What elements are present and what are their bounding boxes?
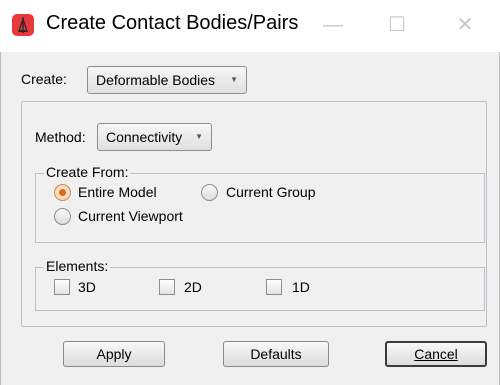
create-label: Create: xyxy=(21,71,67,87)
dialog-body: Create: Deformable Bodies ▼ Method: Conn… xyxy=(0,52,500,385)
method-label: Method: xyxy=(35,129,86,145)
method-dropdown-value: Connectivity xyxy=(106,129,183,145)
apply-button-label: Apply xyxy=(96,346,132,362)
entire-model-radio[interactable] xyxy=(54,184,71,201)
window-title: Create Contact Bodies/Pairs xyxy=(46,12,299,34)
elements-group: Elements: 3D 2D 1D xyxy=(35,258,485,311)
create-dropdown[interactable]: Deformable Bodies ▼ xyxy=(87,66,247,94)
defaults-button[interactable]: Defaults xyxy=(223,341,329,367)
current-viewport-label: Current Viewport xyxy=(78,208,183,224)
create-from-group: Create From: Entire Model Current Group … xyxy=(35,164,485,243)
close-button[interactable]: ✕ xyxy=(450,10,480,40)
current-group-label: Current Group xyxy=(226,184,316,200)
current-viewport-radio[interactable] xyxy=(54,208,71,225)
minimize-button[interactable]: — xyxy=(318,10,348,40)
1d-checkbox[interactable] xyxy=(266,279,282,295)
chevron-down-icon: ▼ xyxy=(230,75,238,84)
elements-title: Elements: xyxy=(44,258,111,274)
3d-checkbox[interactable] xyxy=(54,279,70,295)
entire-model-label: Entire Model xyxy=(78,184,157,200)
title-bar[interactable]: Create Contact Bodies/Pairs — ☐ ✕ xyxy=(0,0,500,52)
options-panel: Method: Connectivity ▼ Create From: Enti… xyxy=(21,101,487,327)
method-dropdown[interactable]: Connectivity ▼ xyxy=(97,123,212,151)
2d-checkbox[interactable] xyxy=(159,279,175,295)
chevron-down-icon: ▼ xyxy=(195,132,203,141)
3d-label: 3D xyxy=(78,279,96,295)
1d-label: 1D xyxy=(292,279,310,295)
create-from-title: Create From: xyxy=(44,164,131,180)
cancel-button[interactable]: Cancel xyxy=(385,341,487,367)
cancel-button-label: Cancel xyxy=(414,346,458,362)
create-dropdown-value: Deformable Bodies xyxy=(96,72,216,88)
current-group-radio[interactable] xyxy=(201,184,218,201)
2d-label: 2D xyxy=(184,279,202,295)
defaults-button-label: Defaults xyxy=(250,346,302,362)
app-icon xyxy=(12,14,34,36)
maximize-button[interactable]: ☐ xyxy=(382,10,412,40)
apply-button[interactable]: Apply xyxy=(63,341,165,367)
